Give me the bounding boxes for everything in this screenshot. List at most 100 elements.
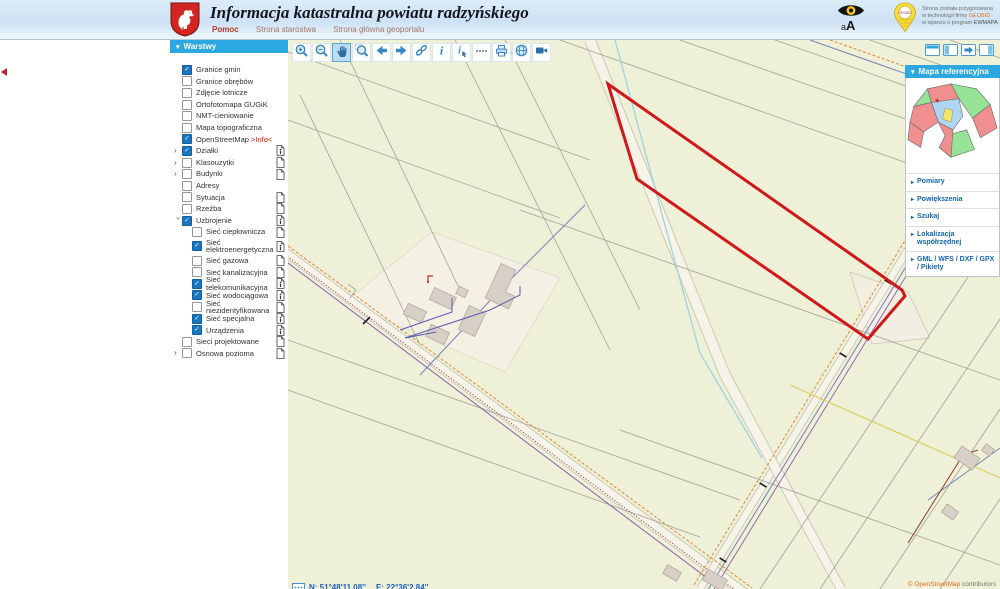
legend-info-icon[interactable] [276,324,285,336]
layer-label[interactable]: Ortofotomapa GUGiK [196,101,268,109]
nav-link-geoportal[interactable]: Strona główna geoportalu [333,25,424,34]
panel-menu-item[interactable]: ▸ Lokalizacja współrzędnej [906,225,999,251]
layer-checkbox[interactable] [182,180,192,191]
legend-doc-icon[interactable] [276,168,285,180]
panel-collapse-arrow-icon[interactable] [1,68,7,76]
layer-label[interactable]: Uzbrojenie [196,217,232,225]
layer-checkbox[interactable]: ✓ [182,134,192,145]
next-view-button[interactable] [392,43,411,62]
expand-arrow-icon[interactable]: › [174,349,182,357]
zoom-window-button[interactable] [352,43,371,62]
legend-doc-icon[interactable] [276,157,285,168]
pan-tool-button[interactable] [332,43,351,62]
layer-checkbox[interactable] [192,267,202,278]
layer-checkbox[interactable] [182,87,192,98]
panel-menu-item[interactable]: ▸ Powiększenia [906,190,999,209]
legend-info-icon[interactable] [276,215,285,226]
expand-arrow-icon[interactable]: › [174,146,182,155]
layer-label[interactable]: OpenStreetMap >Info< [196,135,272,144]
nav-link-pomoc[interactable]: Pomoc [212,25,239,34]
info-select-button[interactable]: i [452,43,471,62]
layer-checkbox[interactable]: ✓ [192,290,202,301]
osm-attribution-link[interactable]: © OpenStreetMap [908,581,960,588]
panel-menu-item[interactable]: ▸ Pomiary [906,173,999,191]
layer-checkbox[interactable] [182,203,192,214]
layer-checkbox[interactable] [192,302,202,313]
panel-menu-item[interactable]: ▸ GML / WFS / DXF / GPX / Pikiety [906,250,999,276]
layer-checkbox[interactable] [192,227,202,238]
layer-checkbox[interactable]: ✓ [182,215,192,226]
legend-doc-icon[interactable] [276,226,285,238]
layer-checkbox[interactable] [182,157,192,168]
toggle-right-panel-icon[interactable] [979,44,994,56]
layer-checkbox[interactable] [182,192,192,203]
layer-label[interactable]: Mapa topograficzna [196,124,262,132]
layer-label[interactable]: Działki [196,147,218,155]
legend-doc-icon[interactable] [276,266,285,278]
legend-doc-icon[interactable] [276,255,285,267]
toggle-top-panel-icon[interactable] [925,44,940,56]
legend-info-icon[interactable] [276,241,285,252]
info-button[interactable]: i [432,43,451,62]
toggle-left-panel-icon[interactable] [943,44,958,56]
legend-doc-icon[interactable] [276,301,285,313]
reference-map[interactable] [906,78,999,173]
legend-doc-icon[interactable] [276,203,285,215]
layer-checkbox[interactable]: ✓ [192,278,202,289]
layer-label[interactable]: Sieć ciepłownicza [206,228,265,236]
expand-arrow-icon[interactable]: › [174,217,183,225]
expand-arrow-icon[interactable]: › [174,170,182,178]
panel-menu-item[interactable]: ▸ Szukaj [906,208,999,226]
layer-info-link[interactable]: >Info< [251,135,272,144]
layer-label[interactable]: Granice obrębów [196,78,253,86]
layer-checkbox[interactable] [182,348,192,359]
layer-checkbox[interactable] [182,336,192,347]
layer-label[interactable]: Granice gmin [196,66,241,74]
layer-checkbox[interactable]: ✓ [192,313,202,324]
layer-checkbox[interactable] [182,169,192,180]
layer-label[interactable]: Urządzenia [206,327,244,335]
contrast-eye-icon[interactable] [836,3,866,18]
layer-checkbox[interactable] [182,111,192,122]
zoom-in-button[interactable] [292,43,311,62]
layer-label[interactable]: Sieć telekomunikacyjna [206,276,276,291]
measure-button[interactable] [472,43,491,62]
layer-checkbox[interactable] [182,122,192,133]
legend-doc-icon[interactable] [276,348,285,359]
link-button[interactable] [412,43,431,62]
legend-info-icon[interactable] [276,145,285,157]
expand-arrow-icon[interactable]: › [174,158,182,167]
toggle-expand-right-icon[interactable] [961,44,976,56]
layer-label[interactable]: Sieci projektowane [196,338,259,346]
layer-checkbox[interactable]: ✓ [192,241,202,252]
legend-info-icon[interactable] [276,290,285,301]
layer-label[interactable]: Adresy [196,182,219,190]
layer-label[interactable]: Sieć elektroenergetyczna [206,239,276,254]
layer-label[interactable]: Sytuacja [196,194,225,202]
layer-checkbox[interactable]: ✓ [182,145,192,156]
prev-view-button[interactable] [372,43,391,62]
reference-panel-header[interactable]: ▾ Mapa referencyjna [905,65,1000,78]
snapshot-button[interactable] [532,43,551,62]
layer-label[interactable]: NMT-cieniowanie [196,112,254,120]
legend-info-icon[interactable] [276,313,285,325]
layer-checkbox[interactable] [182,76,192,87]
layers-panel-header[interactable]: ▾ Warstwy [170,40,288,53]
layer-label[interactable]: Sieć niezidentyfikowana [206,299,276,315]
layer-label[interactable]: Klasouzytki [196,159,234,167]
globe-button[interactable] [512,43,531,62]
legend-doc-icon[interactable] [276,191,285,203]
zoom-out-button[interactable] [312,43,331,62]
layer-checkbox[interactable] [192,255,202,266]
print-button[interactable] [492,43,511,62]
layer-label[interactable]: Osnowa pozioma [196,350,254,358]
layer-checkbox[interactable]: ✓ [182,64,192,75]
map-canvas[interactable] [288,40,1000,589]
nav-link-starostwo[interactable]: Strona starostwa [256,25,316,34]
layer-label[interactable]: Sieć gazowa [206,257,249,265]
layer-label[interactable]: Budynki [196,170,223,178]
font-size-toggle[interactable]: aA [841,17,855,35]
layer-label[interactable]: Zdjęcie lotnicze [196,89,248,97]
layer-checkbox[interactable] [182,99,192,110]
layer-label[interactable]: Sieć specjalna [206,315,254,323]
